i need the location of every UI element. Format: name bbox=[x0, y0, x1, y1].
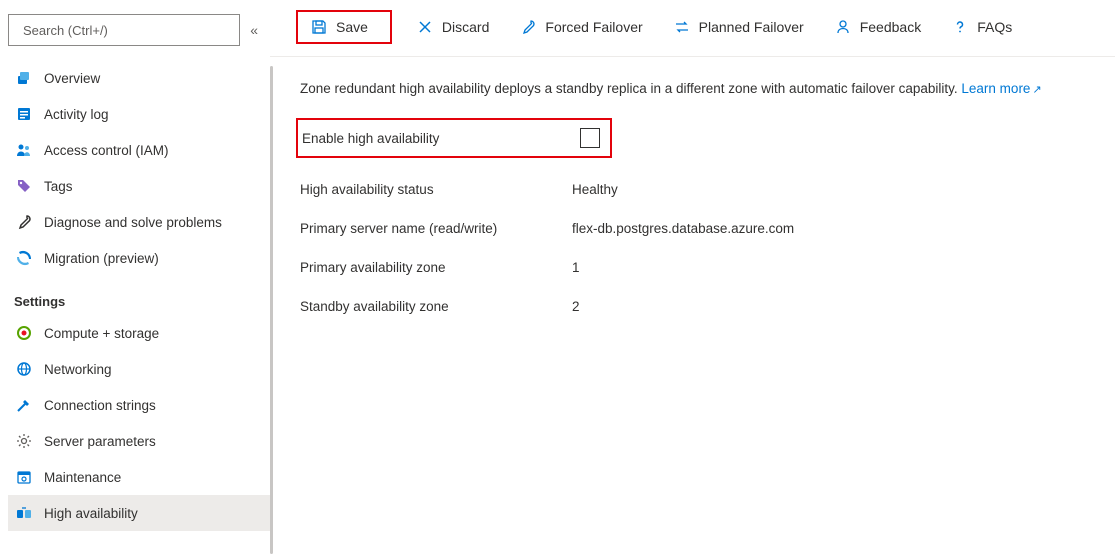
sidebar-section-settings: Settings bbox=[8, 276, 270, 315]
toolbar: Save Discard Forced Failover Planned Fai… bbox=[270, 0, 1115, 57]
planned-failover-button[interactable]: Planned Failover bbox=[667, 14, 810, 40]
sidebar-item-label: Networking bbox=[44, 362, 112, 377]
sidebar-item-tags[interactable]: Tags bbox=[8, 168, 270, 204]
primary-server-name-row: Primary server name (read/write) flex-db… bbox=[300, 221, 1085, 236]
sidebar-item-overview[interactable]: Overview bbox=[8, 60, 270, 96]
field-label: Enable high availability bbox=[302, 131, 459, 146]
field-value: Healthy bbox=[572, 182, 618, 197]
field-label: Primary server name (read/write) bbox=[300, 221, 572, 236]
sidebar-item-label: Compute + storage bbox=[44, 326, 159, 341]
networking-icon bbox=[14, 359, 34, 379]
wrench-icon bbox=[14, 212, 34, 232]
sidebar-item-label: Overview bbox=[44, 71, 100, 86]
field-value: 1 bbox=[572, 260, 580, 275]
sidebar-item-diagnose[interactable]: Diagnose and solve problems bbox=[8, 204, 270, 240]
sidebar-item-migration[interactable]: Migration (preview) bbox=[8, 240, 270, 276]
search-input[interactable] bbox=[17, 22, 231, 39]
sidebar-item-compute-storage[interactable]: Compute + storage bbox=[8, 315, 270, 351]
sidebar-item-label: Server parameters bbox=[44, 434, 156, 449]
toolbar-label: Forced Failover bbox=[545, 19, 642, 35]
toolbar-label: Feedback bbox=[860, 19, 921, 35]
maintenance-icon bbox=[14, 467, 34, 487]
discard-button[interactable]: Discard bbox=[410, 14, 495, 40]
learn-more-link[interactable]: Learn more↗ bbox=[961, 81, 1041, 96]
activity-log-icon bbox=[14, 104, 34, 124]
scroll-indicator bbox=[270, 66, 273, 554]
enable-high-availability-checkbox[interactable] bbox=[580, 128, 600, 148]
toolbar-label: Save bbox=[336, 19, 368, 35]
sidebar-item-networking[interactable]: Networking bbox=[8, 351, 270, 387]
sidebar: « Overview Activity log Access control ( bbox=[0, 0, 270, 554]
compute-icon bbox=[14, 323, 34, 343]
main-panel: Save Discard Forced Failover Planned Fai… bbox=[270, 0, 1115, 554]
sidebar-item-label: Activity log bbox=[44, 107, 109, 122]
forced-failover-button[interactable]: Forced Failover bbox=[513, 14, 648, 40]
high-availability-icon bbox=[14, 503, 34, 523]
feedback-button[interactable]: Feedback bbox=[828, 14, 927, 40]
access-control-icon bbox=[14, 140, 34, 160]
toolbar-label: Planned Failover bbox=[699, 19, 804, 35]
server-icon bbox=[14, 68, 34, 88]
sidebar-item-label: Tags bbox=[44, 179, 73, 194]
sidebar-item-connection-strings[interactable]: Connection strings bbox=[8, 387, 270, 423]
field-label: High availability status bbox=[300, 182, 572, 197]
enable-high-availability-row: Enable high availability bbox=[296, 118, 612, 158]
field-label: Primary availability zone bbox=[300, 260, 572, 275]
field-value: flex-db.postgres.database.azure.com bbox=[572, 221, 794, 236]
save-icon bbox=[310, 18, 328, 36]
external-link-icon: ↗ bbox=[1032, 84, 1041, 96]
field-label: Standby availability zone bbox=[300, 299, 572, 314]
sidebar-item-maintenance[interactable]: Maintenance bbox=[8, 459, 270, 495]
gear-icon bbox=[14, 431, 34, 451]
search-box[interactable] bbox=[8, 14, 240, 46]
tags-icon bbox=[14, 176, 34, 196]
sidebar-item-label: Maintenance bbox=[44, 470, 121, 485]
sidebar-item-label: Access control (IAM) bbox=[44, 143, 169, 158]
feedback-icon bbox=[834, 18, 852, 36]
toolbar-label: Discard bbox=[442, 19, 489, 35]
save-button[interactable]: Save bbox=[296, 10, 392, 44]
description-text: Zone redundant high availability deploys… bbox=[300, 81, 1085, 96]
toolbar-label: FAQs bbox=[977, 19, 1012, 35]
connection-icon bbox=[14, 395, 34, 415]
help-icon bbox=[951, 18, 969, 36]
sidebar-item-label: High availability bbox=[44, 506, 138, 521]
sidebar-item-label: Diagnose and solve problems bbox=[44, 215, 222, 230]
wrench-icon bbox=[519, 18, 537, 36]
sidebar-item-activity-log[interactable]: Activity log bbox=[8, 96, 270, 132]
sidebar-item-access-control[interactable]: Access control (IAM) bbox=[8, 132, 270, 168]
sidebar-item-server-parameters[interactable]: Server parameters bbox=[8, 423, 270, 459]
discard-icon bbox=[416, 18, 434, 36]
status-row: High availability status Healthy bbox=[300, 182, 1085, 197]
sidebar-item-label: Migration (preview) bbox=[44, 251, 159, 266]
swap-icon bbox=[673, 18, 691, 36]
faqs-button[interactable]: FAQs bbox=[945, 14, 1018, 40]
sidebar-item-high-availability[interactable]: High availability bbox=[8, 495, 270, 531]
sidebar-item-label: Connection strings bbox=[44, 398, 156, 413]
migration-icon bbox=[14, 248, 34, 268]
collapse-sidebar-button[interactable]: « bbox=[248, 18, 260, 42]
primary-zone-row: Primary availability zone 1 bbox=[300, 260, 1085, 275]
standby-zone-row: Standby availability zone 2 bbox=[300, 299, 1085, 314]
field-value: 2 bbox=[572, 299, 580, 314]
